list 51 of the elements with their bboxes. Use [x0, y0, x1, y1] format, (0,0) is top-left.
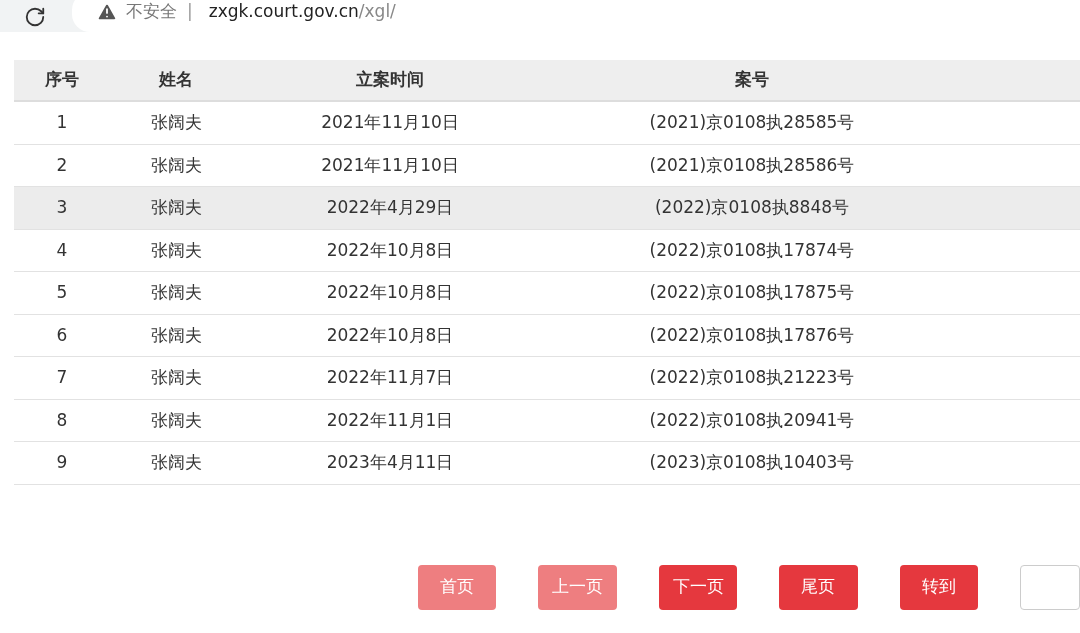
table-cell-text: 8: [55, 408, 69, 432]
table-cell-text: 2021年11月10日: [320, 111, 460, 134]
table-cell-text: (2022)京0108执17874号: [648, 238, 856, 262]
table-cell-text: 9: [55, 451, 69, 474]
table-cell-text: 2022年4月29日: [325, 196, 455, 219]
table-cell-text: 2022年10月8日: [325, 323, 455, 347]
reload-icon[interactable]: [24, 6, 46, 28]
table-cell-text: 张阔夫: [149, 111, 203, 134]
table-cell-text: 7: [55, 366, 69, 389]
column-header: 姓名: [157, 68, 194, 92]
table-cell-text: (2022)京0108执8848号: [653, 196, 851, 219]
page-button[interactable]: 下一页: [658, 564, 738, 610]
url-host: zxgk.court.gov.cn: [208, 0, 359, 24]
table-cell-text: 4: [55, 238, 69, 262]
table-cell-text: 2: [55, 153, 69, 177]
security-label: 不安全: [126, 0, 177, 24]
table-cell-text: (2022)京0108执17875号: [648, 281, 856, 304]
table-cell-text: 张阔夫: [149, 366, 203, 389]
table-cell-text: 张阔夫: [149, 238, 203, 262]
table-cell-text: 2023年4月11日: [325, 451, 455, 474]
table-cell-text: 2021年11月10日: [320, 153, 460, 177]
table-cell-text: 张阔夫: [149, 153, 203, 177]
page-button[interactable]: 尾页: [779, 564, 858, 610]
table-cell-text: 2022年10月8日: [325, 238, 455, 262]
table-cell-text: (2022)京0108执20941号: [648, 408, 856, 432]
page-button[interactable]: 转到: [899, 564, 979, 610]
table-cell-text: 张阔夫: [149, 451, 203, 474]
table-cell-text: 6: [55, 323, 69, 347]
column-header: 序号: [44, 68, 80, 92]
table-cell-text: 2022年11月1日: [325, 408, 455, 432]
separator: |: [187, 0, 193, 24]
table-cell-text: 2022年10月8日: [325, 281, 455, 304]
table-cell-text: (2021)京0108执28586号: [648, 153, 856, 177]
table-cell-text: 3: [55, 196, 69, 219]
warning-icon: [96, 1, 118, 23]
column-header: 立案时间: [355, 68, 425, 92]
table-cell-text: (2022)京0108执17876号: [648, 323, 856, 347]
table-cell-text: 2022年11月7日: [325, 366, 455, 389]
column-header: 案号: [734, 68, 770, 92]
table-cell-text: 张阔夫: [149, 281, 203, 304]
table-cell-text: 张阔夫: [149, 408, 203, 432]
table-cell-text: (2021)京0108执28585号: [648, 111, 856, 134]
url-path: /xgl/: [358, 0, 396, 24]
table-cell-text: 张阔夫: [149, 323, 203, 347]
table-cell-text: 张阔夫: [149, 196, 203, 219]
page-input[interactable]: [1020, 564, 1080, 610]
address-bar[interactable]: 不安全 | zxgk.court.gov.cn/xgl/: [72, 0, 1080, 32]
table-cell-text: 5: [55, 281, 69, 304]
table-cell-text: 1: [55, 111, 69, 134]
table-cell-text: (2022)京0108执21223号: [648, 366, 856, 389]
table-cell-text: (2023)京0108执10403号: [648, 451, 856, 474]
